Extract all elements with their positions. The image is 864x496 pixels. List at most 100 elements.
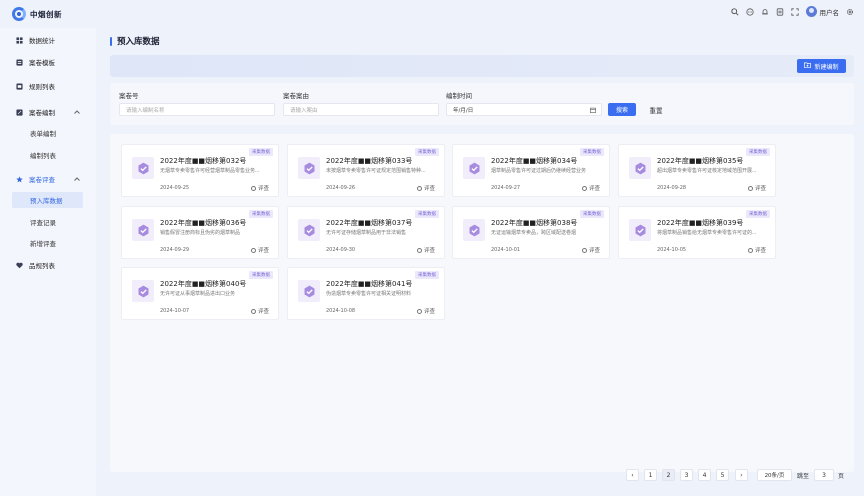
template-icon xyxy=(16,58,23,66)
search-button[interactable]: 搜索 xyxy=(608,103,636,116)
case-description: 销售假冒注册商标且伪劣的烟草制品 xyxy=(160,230,241,236)
review-label: 评查 xyxy=(257,248,269,254)
jump-suffix: 页 xyxy=(838,473,845,480)
sidebar-item-form-compile[interactable]: 表单编制 xyxy=(12,125,83,141)
case-description: 伪造烟草专卖零售许可证相关证明材料 xyxy=(326,291,412,297)
jump-page-input[interactable]: 3 xyxy=(814,469,834,481)
sidebar-item-review-records[interactable]: 评查记录 xyxy=(12,214,83,230)
case-name: 2022年度■■烟移第038号 xyxy=(491,219,578,227)
sidebar-item-label: 表单编制 xyxy=(30,130,56,138)
sidebar-item-data-stats[interactable]: 数据统计 xyxy=(0,31,96,49)
case-card[interactable]: 采集数据 2022年度■■烟移第038号 无证运输烟草专卖品，跨区域配送卷烟 2024… xyxy=(452,206,610,259)
review-button[interactable]: 评查 xyxy=(250,184,269,192)
toolbar-banner xyxy=(110,55,854,77)
page-button-5[interactable]: 5 xyxy=(716,469,729,481)
search-icon[interactable] xyxy=(731,7,740,16)
prev-page-button[interactable]: ‹ xyxy=(626,469,639,481)
case-no-input[interactable]: 请输入编制名称 xyxy=(119,103,275,116)
case-card[interactable]: 采集数据 2022年度■■烟移第033号 未按烟草专卖零售许可证规定范围销售特种..… xyxy=(287,144,445,197)
sidebar-item-label: 品规列表 xyxy=(29,262,55,270)
review-button[interactable]: 评查 xyxy=(416,246,435,254)
case-card[interactable]: 采集数据 2022年度■■烟移第034号 烟草制品零售许可证过期后仍继续经营业务 20… xyxy=(452,144,610,197)
case-date: 2024-10-05 xyxy=(657,247,687,253)
review-label: 评查 xyxy=(257,186,269,192)
review-icon xyxy=(416,185,422,191)
sidebar-item-label: 案卷编制 xyxy=(29,109,55,117)
username[interactable]: 用户名 xyxy=(820,7,840,17)
case-card[interactable]: 采集数据 2022年度■■烟移第036号 销售假冒注册商标且伪劣的烟草制品 2024-… xyxy=(121,206,279,259)
review-button[interactable]: 评查 xyxy=(416,307,435,315)
check-shield-icon xyxy=(132,157,154,179)
case-description: 将烟草制品销售给无烟草专卖零售许可证的... xyxy=(657,230,757,236)
fullscreen-icon[interactable] xyxy=(791,7,800,16)
heart-icon xyxy=(16,262,23,269)
logo-icon xyxy=(12,7,26,21)
case-description: 烟草制品零售许可证过期后仍继续经营业务 xyxy=(491,168,587,174)
case-card[interactable]: 采集数据 2022年度■■烟移第037号 无许可证存储烟草制品用于非法销售 2024-… xyxy=(287,206,445,259)
sidebar-item-pre-storage[interactable]: 预入库数据 xyxy=(12,192,83,208)
case-card[interactable]: 采集数据 2022年度■■烟移第039号将烟草制品销售给无烟草专卖零售许可证的..… xyxy=(618,206,776,259)
page-size-select[interactable]: 20条/页 xyxy=(757,469,792,481)
review-button[interactable]: 评查 xyxy=(581,246,600,254)
review-label: 评查 xyxy=(423,248,435,254)
avatar[interactable] xyxy=(805,6,817,17)
review-label: 评查 xyxy=(588,186,600,192)
data-source-tag: 采集数据 xyxy=(746,210,770,218)
top-bar: 中烟创新 用户名 xyxy=(0,0,864,28)
doc-icon[interactable] xyxy=(776,7,785,16)
app-logo[interactable]: 中烟创新 xyxy=(12,7,62,21)
case-description: 无许可证存储烟草制品用于非法销售 xyxy=(326,230,407,236)
page-title-text: 预入库数据 xyxy=(117,37,160,47)
page-button-4[interactable]: 4 xyxy=(698,469,711,481)
next-page-button[interactable]: › xyxy=(735,469,748,481)
case-name: 2022年度■■烟移第037号 xyxy=(326,219,413,227)
case-no-label: 案卷号 xyxy=(119,92,139,100)
review-button[interactable]: 评查 xyxy=(416,184,435,192)
sidebar-item-spec-list[interactable]: 品规列表 xyxy=(0,256,96,274)
review-button[interactable]: 评查 xyxy=(747,246,766,254)
bell-icon[interactable] xyxy=(761,7,770,16)
review-button[interactable]: 评查 xyxy=(250,307,269,315)
review-button[interactable]: 评查 xyxy=(581,184,600,192)
sidebar-item-case-compile[interactable]: 案卷编制 xyxy=(0,103,96,121)
review-icon xyxy=(250,185,256,191)
check-shield-icon xyxy=(132,280,154,302)
review-button[interactable]: 评查 xyxy=(250,246,269,254)
review-label: 评查 xyxy=(754,248,766,254)
data-source-tag: 采集数据 xyxy=(249,271,273,279)
case-card[interactable]: 采集数据 2022年度■■烟移第035号 超出烟草专卖零售许可证核定地域范围开展..… xyxy=(618,144,776,197)
gear-icon[interactable] xyxy=(845,7,854,16)
case-card[interactable]: 采集数据 2022年度■■烟移第041号 伪造烟草专卖零售许可证相关证明材料 2024… xyxy=(287,267,445,320)
review-label: 评查 xyxy=(588,248,600,254)
review-label: 评查 xyxy=(423,186,435,192)
case-card[interactable]: 采集数据 2022年度■■烟移第032号 无烟草专卖零售许可经营烟草制品零售业务..… xyxy=(121,144,279,197)
reset-button[interactable]: 重置 xyxy=(642,103,670,116)
page-button-2[interactable]: 2 xyxy=(662,469,675,481)
case-card[interactable]: 采集数据 2022年度■■烟移第040号 无许可证从事烟草制品进出口业务 2024-1… xyxy=(121,267,279,320)
sidebar-item-case-template[interactable]: 案卷模板 xyxy=(0,53,96,71)
case-name: 2022年度■■烟移第041号 xyxy=(326,280,413,288)
check-shield-icon xyxy=(463,219,485,241)
sidebar-item-compile-list[interactable]: 编制列表 xyxy=(12,147,83,163)
sidebar-item-label: 数据统计 xyxy=(29,37,55,45)
folder-plus-icon xyxy=(804,62,812,70)
case-name: 2022年度■■烟移第036号 xyxy=(160,219,247,227)
case-name: 2022年度■■烟移第039号 xyxy=(657,219,744,227)
top-actions: 用户名 xyxy=(731,6,855,17)
review-button[interactable]: 评查 xyxy=(747,184,766,192)
message-icon[interactable] xyxy=(746,7,755,16)
page-button-3[interactable]: 3 xyxy=(680,469,693,481)
page-button-1[interactable]: 1 xyxy=(644,469,657,481)
case-description: 无许可证从事烟草制品进出口业务 xyxy=(160,291,236,297)
case-date: 2024-09-30 xyxy=(326,247,356,253)
sidebar-item-new-review[interactable]: 新增评查 xyxy=(12,235,83,251)
date-input[interactable]: 年/月/日 xyxy=(446,103,602,116)
sidebar-item-case-review[interactable]: 案卷评查 xyxy=(0,170,96,188)
new-compile-button[interactable]: 新建编制 xyxy=(797,59,846,73)
case-reason-input[interactable]: 请输入案由 xyxy=(283,103,439,116)
sidebar-item-rule-list[interactable]: 规则列表 xyxy=(0,77,96,95)
calendar-icon[interactable] xyxy=(590,107,596,115)
sidebar-item-label: 新增评查 xyxy=(30,240,56,248)
sidebar-item-label: 案卷评查 xyxy=(29,176,55,184)
check-shield-icon xyxy=(298,280,320,302)
